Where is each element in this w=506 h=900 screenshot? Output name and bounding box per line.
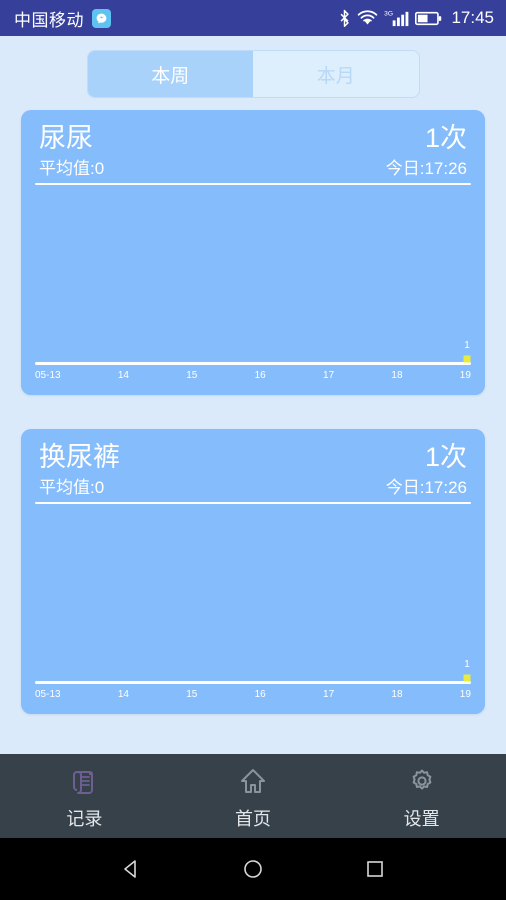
chart-pee: 05-13 14 15 16 17 18 19 1 [35,185,471,387]
card-header-left: 尿尿 平均值:0 [39,124,104,179]
chart-point-label: 1 [464,340,470,351]
tab-label-settings: 设置 [403,809,440,829]
battery-icon [415,11,442,26]
tab-this-week[interactable]: 本周 [87,51,253,97]
carrier-label: 中国移动 [14,10,84,30]
bluetooth-icon [338,9,351,28]
chart-data-point [463,674,471,682]
chart-x-tick: 14 [117,689,129,700]
chart-x-tick: 19 [459,370,471,381]
card-title: 换尿裤 [39,442,120,472]
tab-home[interactable]: 首页 [169,761,338,831]
tab-label-records: 记录 [66,809,103,829]
chart-diaper: 05-13 14 15 16 17 18 19 1 [35,504,471,706]
chart-axis-line [35,362,471,365]
chart-x-tick: 16 [254,689,266,700]
chart-x-tick: 05-13 [35,370,61,381]
gear-icon [402,761,442,801]
stat-card-list: 尿尿 平均值:0 1次 今日:17:26 05-13 14 15 16 17 18 19 1 [0,110,506,714]
back-triangle-icon[interactable] [114,852,148,886]
chart-x-tick-labels: 05-13 14 15 16 17 18 19 [35,688,471,702]
card-today-label: 今日:17:26 [385,159,467,179]
chart-point-label: 1 [464,659,470,670]
stat-card-pee[interactable]: 尿尿 平均值:0 1次 今日:17:26 05-13 14 15 16 17 18 19 1 [21,110,485,395]
period-segmented-control[interactable]: 本周 本月 [86,50,420,98]
wifi-icon [357,9,378,27]
recents-square-icon[interactable] [358,852,392,886]
card-average-label: 平均值:0 [39,159,105,179]
card-average-label: 平均值:0 [39,478,105,498]
scroll-icon [64,761,104,801]
tab-this-month[interactable]: 本月 [253,51,419,97]
chart-data-point [463,355,471,363]
card-today-label: 今日:17:26 [385,478,467,498]
tab-settings[interactable]: 设置 [337,761,506,831]
chart-x-tick: 15 [186,370,198,381]
home-icon [233,761,273,801]
signal-bars-icon: 3G [384,9,409,28]
chart-x-tick: 17 [323,689,335,700]
chart-axis-line [35,681,471,684]
tab-label-home: 首页 [235,809,271,829]
chart-x-tick: 18 [391,689,403,700]
status-time: 17:45 [451,8,494,27]
chart-x-tick: 05-13 [35,689,61,700]
android-nav-bar [0,838,506,900]
card-header-right: 1次 今日:17:26 [386,443,467,498]
main-content: 本周 本月 尿尿 平均值:0 1次 今日:17:26 05-13 14 15 1… [0,36,506,754]
card-count-label: 1次 [424,123,467,153]
card-header: 尿尿 平均值:0 1次 今日:17:26 [21,110,485,179]
home-circle-icon[interactable] [236,852,270,886]
messenger-icon [92,8,111,28]
chart-x-tick: 14 [117,370,129,381]
app-root: 中国移动 3G 17:45 本周 本月 尿尿 平均值:0 1次 今日:17:26… [0,0,506,900]
chart-x-tick: 15 [186,689,198,700]
chart-x-tick-labels: 05-13 14 15 16 17 18 19 [35,369,471,383]
status-bar-left: 中国移动 [14,6,111,31]
card-title: 尿尿 [39,123,93,153]
chart-x-tick: 17 [323,370,335,381]
card-header: 换尿裤 平均值:0 1次 今日:17:26 [21,429,485,498]
card-header-right: 1次 今日:17:26 [386,124,467,179]
tab-records[interactable]: 记录 [0,761,169,831]
chart-x-tick: 19 [459,689,471,700]
svg-text:3G: 3G [385,10,394,17]
chart-x-tick: 16 [254,370,266,381]
card-count-label: 1次 [424,442,467,472]
bottom-tab-bar: 记录 首页 设置 [0,754,506,838]
period-segmented-control-wrap: 本周 本月 [0,36,506,110]
status-bar-right: 3G 17:45 [338,8,494,28]
chart-x-tick: 18 [391,370,403,381]
card-header-left: 换尿裤 平均值:0 [39,443,120,498]
stat-card-diaper[interactable]: 换尿裤 平均值:0 1次 今日:17:26 05-13 14 15 16 17 18 19 … [21,429,485,714]
status-bar: 中国移动 3G 17:45 [0,0,506,36]
